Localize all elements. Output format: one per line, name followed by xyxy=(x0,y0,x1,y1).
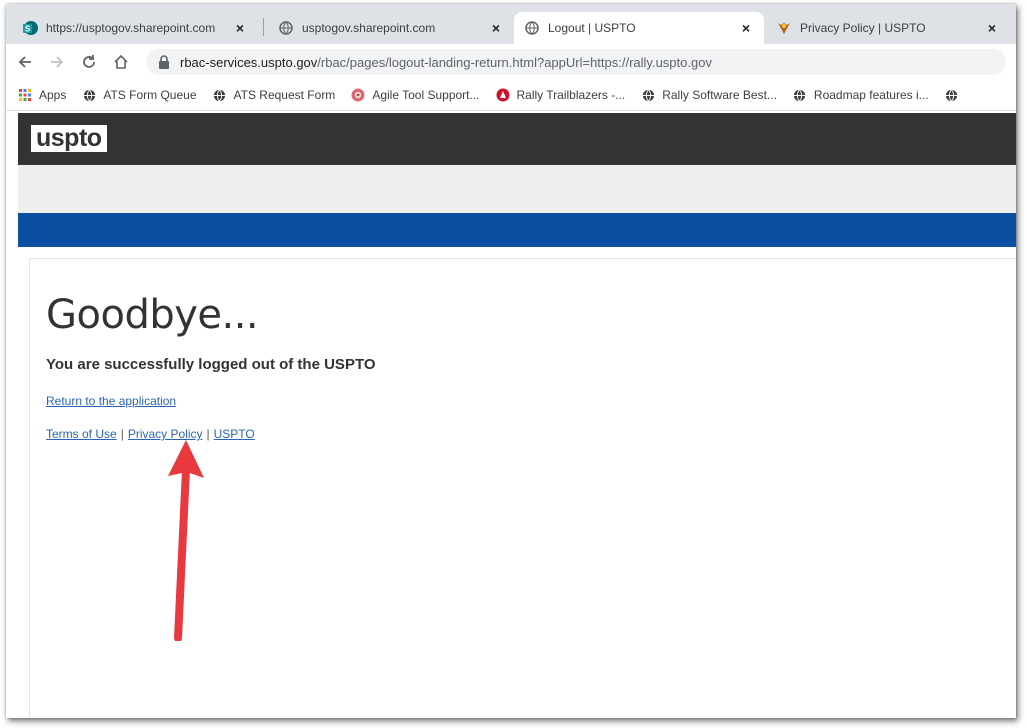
header-blue-nav-band xyxy=(18,213,1016,247)
forward-arrow-icon[interactable] xyxy=(44,49,70,75)
globe-icon xyxy=(641,88,655,102)
bookmark-label: ATS Form Queue xyxy=(103,88,197,102)
tab-sharepoint[interactable]: S https://usptogov.sharepoint.com × xyxy=(12,12,258,44)
bookmark-rally-trailblazers[interactable]: Rally Trailblazers -... xyxy=(496,88,626,102)
close-icon[interactable]: × xyxy=(984,20,1000,36)
tab-separator xyxy=(263,18,264,36)
url-path: /rbac/pages/logout-landing-return.html?a… xyxy=(317,54,712,70)
page-title: Goodbye... xyxy=(46,292,259,338)
bookmarks-bar: Apps ATS Form Queue ATS Request Form Agi… xyxy=(6,80,1016,111)
tab-title: https://usptogov.sharepoint.com xyxy=(46,21,216,35)
address-bar[interactable]: rbac-services.uspto.gov/rbac/pages/logou… xyxy=(146,49,1006,75)
browser-tab-strip: S https://usptogov.sharepoint.com × uspt… xyxy=(6,4,1016,44)
uspto-link[interactable]: USPTO xyxy=(214,427,255,441)
globe-icon xyxy=(278,20,294,36)
uspto-logo[interactable]: uspto xyxy=(31,125,107,152)
return-to-application-link[interactable]: Return to the application xyxy=(46,394,176,408)
sharepoint-icon: S xyxy=(22,20,38,36)
back-arrow-icon[interactable] xyxy=(12,49,38,75)
globe-icon xyxy=(793,88,807,102)
tab-sharepoint-2[interactable]: usptogov.sharepoint.com × xyxy=(268,12,514,44)
url-text: rbac-services.uspto.gov/rbac/pages/logou… xyxy=(180,55,712,70)
home-icon[interactable] xyxy=(108,49,134,75)
rally-icon xyxy=(496,88,510,102)
screenshot-frame: S https://usptogov.sharepoint.com × uspt… xyxy=(6,4,1016,718)
url-domain: rbac-services.uspto.gov xyxy=(180,54,318,70)
bookmark-ats-form-queue[interactable]: ATS Form Queue xyxy=(82,88,197,102)
tab-title: Logout | USPTO xyxy=(548,21,636,35)
site-header: uspto xyxy=(18,113,1016,165)
tab-title: Privacy Policy | USPTO xyxy=(800,21,926,35)
bookmark-label: ATS Request Form xyxy=(233,88,336,102)
bookmark-label: Agile Tool Support... xyxy=(372,88,480,102)
globe-icon xyxy=(82,88,96,102)
browser-toolbar: rbac-services.uspto.gov/rbac/pages/logou… xyxy=(6,44,1016,80)
globe-icon xyxy=(213,88,227,102)
svg-text:S: S xyxy=(25,25,31,34)
terms-of-use-link[interactable]: Terms of Use xyxy=(46,427,117,441)
bookmark-label: Rally Trailblazers -... xyxy=(516,88,626,102)
bookmark-label: Rally Software Best... xyxy=(662,88,777,102)
globe-icon xyxy=(524,20,540,36)
tab-privacy-policy[interactable]: Privacy Policy | USPTO × xyxy=(766,12,1010,44)
uspto-eagle-icon xyxy=(776,20,792,36)
tab-title: usptogov.sharepoint.com xyxy=(302,21,436,35)
globe-icon xyxy=(945,88,959,102)
apps-grid-icon xyxy=(18,88,32,102)
header-grey-band xyxy=(18,165,1016,213)
lock-icon xyxy=(159,55,169,69)
bookmark-rally-software-best[interactable]: Rally Software Best... xyxy=(641,88,777,102)
bookmark-label: Apps xyxy=(39,88,67,102)
footer-links: Terms of Use | Privacy Policy | USPTO xyxy=(46,427,255,441)
tab-logout-active[interactable]: Logout | USPTO × xyxy=(514,12,764,44)
bookmark-roadmap-features[interactable]: Roadmap features i... xyxy=(793,88,929,102)
bookmark-apps[interactable]: Apps xyxy=(18,88,66,102)
close-icon[interactable]: × xyxy=(232,20,248,36)
close-icon[interactable]: × xyxy=(738,20,754,36)
close-icon[interactable]: × xyxy=(488,20,504,36)
separator: | xyxy=(120,427,124,441)
agile-icon xyxy=(351,88,365,102)
bookmark-label: Roadmap features i... xyxy=(813,88,929,102)
logout-message: You are successfully logged out of the U… xyxy=(46,356,376,373)
reload-icon[interactable] xyxy=(76,49,102,75)
bookmark-ats-request-form[interactable]: ATS Request Form xyxy=(213,88,336,102)
bookmark-agile-tool-support[interactable]: Agile Tool Support... xyxy=(351,88,480,102)
red-annotation-arrow xyxy=(168,440,204,641)
bookmark-overflow[interactable] xyxy=(945,88,966,102)
